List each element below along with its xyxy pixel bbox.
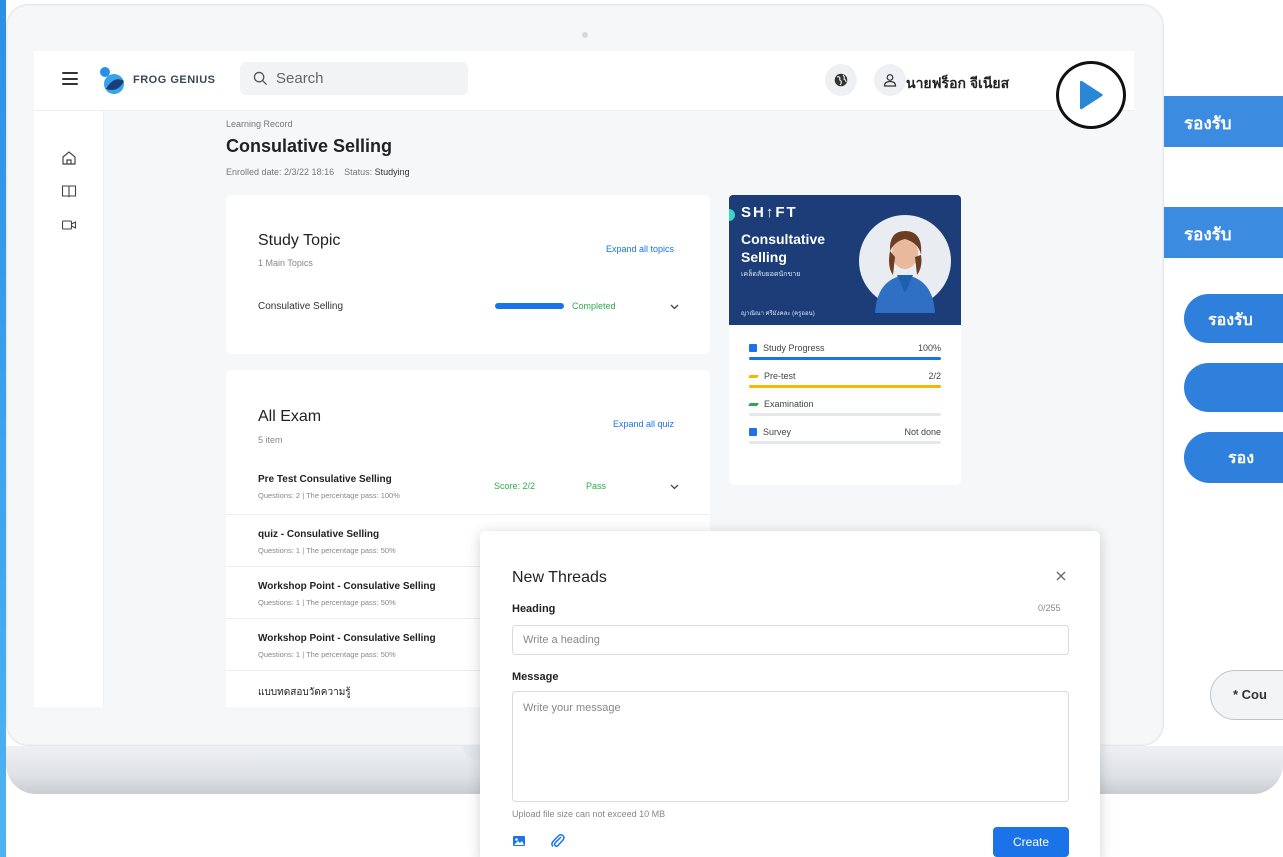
exam-count: 5 item [258, 435, 283, 445]
book-icon [749, 344, 757, 352]
stat-label: Examination [764, 399, 814, 409]
stat-progress-bar [749, 385, 941, 388]
stat-label: Survey [763, 427, 792, 437]
create-button[interactable]: Create [993, 827, 1069, 857]
instructor-name: ญาณิณา ศรีมังคละ (ครูออน) [741, 311, 815, 317]
topic-name[interactable]: Consulative Selling [258, 301, 343, 312]
expand-all-quiz-link[interactable]: Expand all quiz [613, 419, 674, 429]
stat-progress-fill [749, 357, 941, 360]
exam-title: quiz - Consulative Selling [258, 529, 380, 540]
side-pill-tab[interactable]: รอง [1184, 432, 1283, 483]
topic-progress-bar [495, 303, 564, 309]
flag-icon [749, 428, 757, 436]
stat-value: 100% [917, 343, 941, 353]
stat-row: Examination [748, 399, 941, 409]
page-title: Consulative Selling [226, 136, 393, 156]
stat-progress-bar [749, 413, 941, 416]
laptop-camera [582, 32, 588, 38]
stat-progress-fill [749, 385, 941, 388]
play-button[interactable] [1056, 61, 1126, 129]
study-topic-title: Study Topic [258, 232, 341, 249]
search-input[interactable] [276, 62, 456, 95]
message-label: Message [512, 671, 559, 683]
heading-input[interactable] [512, 625, 1069, 655]
stat-row: Pre-test 2/2 [748, 371, 941, 381]
upload-note: Upload file size can not exceed 10 MB [512, 809, 666, 819]
sidebar [34, 111, 104, 707]
exam-meta: Questions: 1 | The percentage pass: 50% [258, 650, 396, 659]
new-thread-modal: New Threads Heading 0/255 Message Upload… [480, 531, 1100, 857]
stat-row: Study Progress 100% [749, 343, 941, 353]
side-tab[interactable]: รองรับ [1164, 207, 1283, 258]
study-topic-count: 1 Main Topics [258, 258, 313, 268]
stat-progress-bar [749, 357, 941, 360]
exam-score-label: Score: [494, 481, 521, 491]
exam-score: Score: 2/2 [494, 481, 535, 491]
exam-title: Workshop Point - Consulative Selling [258, 633, 436, 644]
chevron-down-icon[interactable] [670, 484, 679, 490]
pencil-icon [748, 403, 759, 406]
stat-value: Not done [904, 427, 941, 437]
globe-icon [834, 73, 848, 87]
brand-dot-icon [729, 209, 735, 221]
exam-title: Pre Test Consulative Selling [258, 474, 392, 485]
topic-status: Completed [572, 301, 616, 311]
heading-label: Heading [512, 603, 556, 615]
side-pill-tab[interactable]: รองรับ [1184, 294, 1283, 343]
course-banner[interactable]: SH↑FT Consultative Selling เคล็ดลับยอดนั… [729, 195, 961, 325]
book-icon[interactable] [61, 183, 77, 199]
course-title-line2: Selling [741, 249, 787, 265]
course-title-line1: Consultative [741, 231, 826, 247]
stat-label: Study Progress [763, 343, 825, 353]
attachment-icon[interactable] [550, 833, 566, 849]
stat-row: Survey Not done [749, 427, 941, 437]
logo-text: FROG GENIUS [133, 74, 216, 86]
enrolled-date: Enrolled date: 2/3/22 18:16 [226, 167, 335, 177]
video-icon[interactable] [61, 217, 77, 233]
frog-logo-icon[interactable] [96, 65, 128, 95]
modal-title: New Threads [512, 569, 607, 586]
exam-score-value: 2/2 [522, 481, 536, 491]
exam-row[interactable]: Pre Test Consulative Selling Questions: … [226, 466, 710, 514]
menu-icon[interactable] [62, 72, 78, 85]
stat-label: Pre-test [764, 371, 796, 381]
expand-all-topics-link[interactable]: Expand all topics [606, 244, 674, 254]
exam-title: Workshop Point - Consulative Selling [258, 581, 436, 592]
course-brand: SH↑FT [741, 204, 798, 221]
exam-meta: Questions: 2 | The percentage pass: 100% [258, 491, 400, 500]
heading-counter: 0/255 [1038, 603, 1061, 613]
chevron-down-icon[interactable] [670, 304, 679, 310]
stat-value: 2/2 [928, 371, 941, 381]
breadcrumb[interactable]: Learning Record [226, 119, 293, 129]
course-tagline: เคล็ดลับยอดนักขาย [741, 271, 801, 278]
search-icon [253, 71, 268, 86]
course-note-pill[interactable]: * Cou [1210, 670, 1283, 720]
all-exam-title: All Exam [258, 408, 322, 425]
status-value: Studying [374, 167, 410, 177]
exam-meta: Questions: 1 | The percentage pass: 50% [258, 546, 396, 555]
exam-meta: Questions: 1 | The percentage pass: 50% [258, 598, 396, 607]
side-pill-tab[interactable] [1184, 363, 1283, 412]
user-name[interactable]: นายฟร็อก จีเนียส [906, 73, 1009, 95]
exam-title: แบบทดสอบวัดความรู้ [258, 687, 351, 698]
search-box[interactable] [240, 62, 468, 95]
instructor-photo [859, 215, 951, 313]
user-avatar-button[interactable] [874, 64, 906, 96]
stat-progress-bar [749, 441, 941, 444]
status-label: Status: [344, 167, 373, 177]
message-input[interactable] [512, 691, 1069, 802]
pencil-icon [748, 375, 759, 378]
language-button[interactable] [825, 64, 857, 96]
image-upload-icon[interactable] [512, 834, 526, 848]
side-tab[interactable]: รองรับ [1164, 96, 1283, 147]
course-card: SH↑FT Consultative Selling เคล็ดลับยอดนั… [729, 195, 961, 485]
user-icon [883, 74, 897, 87]
home-icon[interactable] [61, 150, 77, 166]
study-topic-card: Study Topic 1 Main Topics Expand all top… [226, 195, 710, 354]
close-icon[interactable] [1054, 569, 1068, 583]
top-bar: FROG GENIUS นายฟร็อก จีเนียส [34, 51, 1134, 111]
enrollment-info: Enrolled date: 2/3/22 18:16 Status: Stud… [226, 167, 410, 177]
exam-result: Pass [586, 481, 607, 491]
play-icon [1080, 80, 1103, 110]
